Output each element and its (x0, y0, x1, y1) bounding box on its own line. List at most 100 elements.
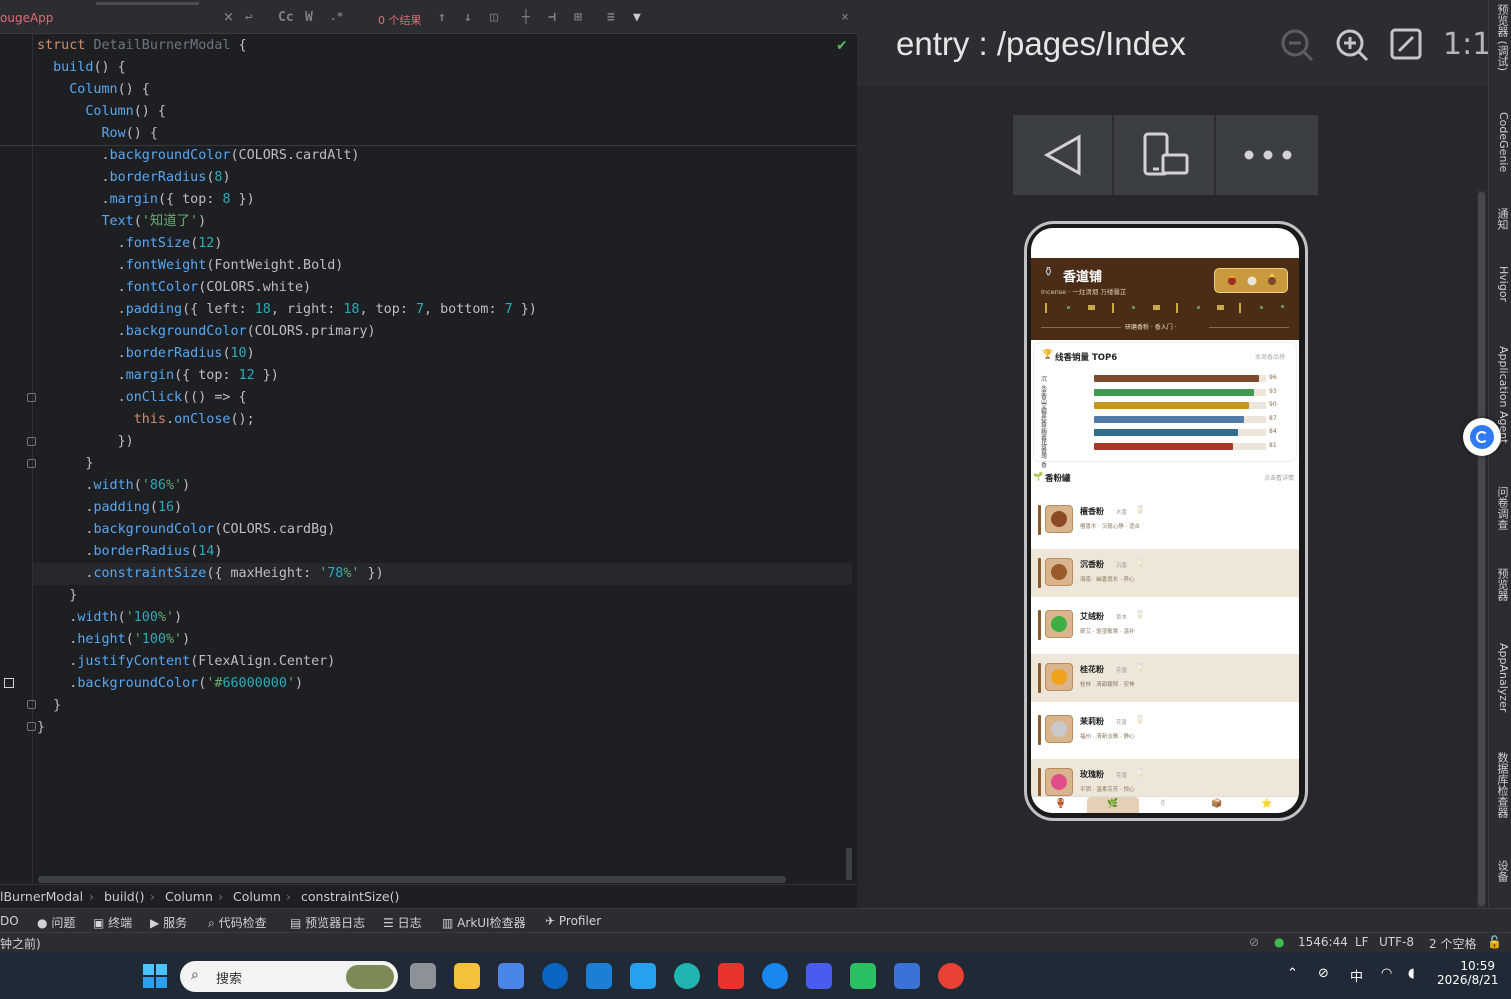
code-line[interactable]: .fontSize(12) (37, 233, 852, 255)
filter-icon[interactable]: ▼ (633, 10, 641, 25)
tab-home-icon[interactable]: 🏺 (1055, 799, 1066, 809)
tab-box-icon[interactable]: 📦 (1211, 799, 1222, 809)
product-row[interactable]: 艾绒粉 草本 🥛 蕲艾 · 驱湿散寒 · 温补 (1031, 601, 1299, 649)
rail-database-inspector[interactable]: 数据库检查器 (1490, 752, 1510, 818)
code-line[interactable]: .height('100%') (37, 629, 852, 651)
vertical-scrollbar[interactable] (846, 848, 852, 880)
arrow-down-icon[interactable]: ↓ (464, 10, 472, 25)
fold-icon[interactable] (27, 700, 36, 709)
rotate-device-button[interactable] (1115, 115, 1216, 195)
rail-hvigor[interactable]: Hvigor (1490, 266, 1510, 302)
task-view-icon[interactable] (410, 963, 436, 989)
wechat-icon[interactable] (850, 963, 876, 989)
select-all-occurrences-icon[interactable]: ⊞ (574, 10, 582, 25)
code-line[interactable]: .onClick(() => { (37, 387, 852, 409)
ime-indicator[interactable]: 中 (1350, 966, 1363, 985)
line-separator[interactable]: LF (1355, 935, 1369, 949)
fit-screen-icon[interactable] (1390, 28, 1422, 67)
tab-incense-icon[interactable]: ⚱ (1159, 799, 1167, 809)
code-line[interactable]: .borderRadius(10) (37, 343, 852, 365)
product-row[interactable]: 沉香粉 沉香 🥛 海南 · 幽香悠长 · 养心 (1031, 548, 1299, 597)
code-line[interactable]: .borderRadius(8) (37, 167, 852, 189)
arrow-up-icon[interactable]: ↑ (438, 10, 446, 25)
tab-star-icon[interactable]: ⭐ (1261, 799, 1272, 809)
tool-services[interactable]: ▶ 服务 (150, 914, 187, 931)
code-line[interactable]: .constraintSize({ maxHeight: '78%' }) (33, 563, 852, 585)
tool-todo[interactable]: DO (0, 914, 19, 928)
rail-previewer-debug[interactable]: 预览器 (调试) (1490, 4, 1510, 71)
code-line[interactable]: .borderRadius(14) (37, 541, 852, 563)
rail-previewer[interactable]: 预览器 (1490, 568, 1510, 601)
code-line[interactable]: Column() { (37, 79, 852, 101)
select-all-icon[interactable]: ◫ (490, 10, 498, 25)
code-line[interactable]: .margin({ top: 8 }) (37, 189, 852, 211)
breadcrumb-item[interactable]: Column (165, 889, 213, 904)
fold-icon[interactable] (27, 722, 36, 731)
remove-selection-icon[interactable]: ⊣ (548, 10, 556, 25)
volume-icon[interactable]: ◖ (1408, 966, 1415, 981)
fold-icon[interactable] (27, 437, 36, 446)
code-line[interactable]: .fontWeight(FontWeight.Bold) (37, 255, 852, 277)
code-line[interactable]: } (37, 695, 852, 717)
wifi-icon[interactable]: ◠ (1381, 966, 1392, 981)
rail-appanalyzer[interactable]: AppAnalyzer (1490, 643, 1510, 712)
indent-setting[interactable]: 2 个空格 (1429, 935, 1476, 952)
tool-terminal[interactable]: ▣ 终端 (93, 914, 132, 931)
back-button[interactable] (1013, 115, 1114, 195)
close-icon[interactable]: × (223, 10, 234, 25)
actual-size-button[interactable]: 1:1 (1443, 27, 1491, 62)
code-line[interactable]: this.onClose(); (37, 409, 852, 431)
code-line[interactable]: } (37, 585, 852, 607)
tool-previewer-log[interactable]: ▤ 预览器日志 (290, 914, 365, 931)
mail-icon[interactable] (586, 963, 612, 989)
tool-code-check[interactable]: ⌕ 代码检查 (208, 914, 267, 931)
code-line[interactable]: } (37, 717, 852, 739)
breadcrumb-item[interactable]: constraintSize() (301, 889, 399, 904)
code-line[interactable]: .backgroundColor(COLORS.cardAlt) (37, 145, 852, 167)
breadcrumb-item[interactable]: build() (104, 889, 145, 904)
wps-icon[interactable] (718, 963, 744, 989)
preview-scrollbar[interactable] (1478, 192, 1485, 906)
code-line[interactable]: .width('86%') (37, 475, 852, 497)
code-line[interactable]: }) (37, 431, 852, 453)
breadcrumb-item[interactable]: lBurnerModal (0, 889, 83, 904)
chrome-icon[interactable] (938, 963, 964, 989)
zoom-in-icon[interactable] (1335, 28, 1369, 69)
horizontal-scrollbar[interactable] (38, 876, 786, 883)
store-icon[interactable] (498, 963, 524, 989)
code-line[interactable]: build() { (37, 57, 852, 79)
code-area[interactable]: struct DetailBurnerModal { build() { Col… (33, 35, 852, 739)
whole-word-toggle[interactable]: W (305, 10, 313, 25)
code-line[interactable]: .width('100%') (37, 607, 852, 629)
fold-icon[interactable] (27, 393, 36, 402)
file-explorer-icon[interactable] (454, 963, 480, 989)
power-save-icon[interactable]: ⊘ (1249, 935, 1259, 949)
breakpoint-marker[interactable] (4, 678, 14, 688)
code-line[interactable]: struct DetailBurnerModal { (37, 35, 852, 57)
code-line[interactable]: Column() { (37, 101, 852, 123)
code-line[interactable]: } (37, 453, 852, 475)
fold-icon[interactable] (27, 459, 36, 468)
filter-lines-icon[interactable]: ≡ (607, 10, 615, 25)
code-line[interactable]: .margin({ top: 12 }) (37, 365, 852, 387)
code-line[interactable]: Row() { (37, 123, 852, 145)
edge-icon[interactable] (674, 963, 700, 989)
rail-notifications[interactable]: 通知 (1490, 208, 1510, 230)
system-clock[interactable]: 10:59 2026/8/21 (1437, 959, 1499, 987)
phone-screen[interactable]: ⚱ 香道铺 Incense · 一炷清烟 万缕馨芷 研磨香粉 · 香入门 · 🏆… (1031, 228, 1299, 813)
file-tab[interactable]: ougeApp × (0, 0, 240, 34)
tool-profiler[interactable]: ✈ Profiler (545, 914, 601, 928)
code-line[interactable]: .fontColor(COLORS.white) (37, 277, 852, 299)
file-encoding[interactable]: UTF-8 (1379, 935, 1414, 949)
assistant-float-button[interactable] (1463, 418, 1501, 456)
tool-log[interactable]: ☰ 日志 (383, 914, 422, 931)
breadcrumb-item[interactable]: Column (233, 889, 281, 904)
code-line[interactable]: .padding({ left: 18, right: 18, top: 7, … (37, 299, 852, 321)
code-line[interactable]: Text('知道了') (37, 211, 852, 233)
regex-toggle[interactable]: .* (330, 10, 343, 23)
code-line[interactable]: .backgroundColor(COLORS.primary) (37, 321, 852, 343)
banner-icons-button[interactable] (1214, 268, 1288, 293)
lock-icon[interactable]: 🔓 (1487, 935, 1502, 949)
zoom-out-icon[interactable] (1280, 28, 1314, 69)
tab-powder-icon[interactable]: 🌿 (1107, 799, 1118, 809)
